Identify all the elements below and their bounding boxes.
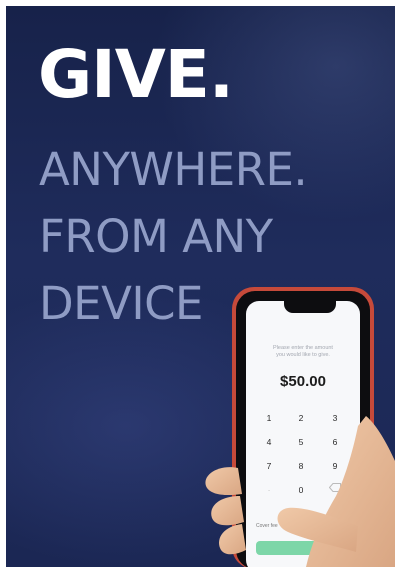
backspace-icon[interactable] [326,483,344,494]
tagline-line-2: FROM ANY [39,210,273,263]
amount-display: $50.00 [280,373,326,390]
key-decimal[interactable]: · [260,485,278,495]
key-0[interactable]: 0 [292,485,310,495]
amount-prompt: Please enter the amount you would like t… [246,345,360,359]
key-2[interactable]: 2 [292,413,310,423]
tagline-line-1: ANYWHERE. [39,143,308,196]
amount-prompt-line-2: you would like to give. [276,352,330,358]
key-4[interactable]: 4 [260,437,278,447]
tagline-line-3: DEVICE [39,277,204,330]
key-7[interactable]: 7 [260,461,278,471]
cover-fees-label[interactable]: Cover fee [256,523,278,529]
key-5[interactable]: 5 [292,437,310,447]
phone-bezel: Please enter the amount you would like t… [236,291,370,567]
phone-screen: Please enter the amount you would like t… [246,301,360,567]
give-poster: GIVE. ANYWHERE. FROM ANY DEVICE Please e… [6,6,395,567]
amount-prompt-line-1: Please enter the amount [273,345,333,351]
key-6[interactable]: 6 [326,437,344,447]
key-1[interactable]: 1 [260,413,278,423]
key-9[interactable]: 9 [326,461,344,471]
key-3[interactable]: 3 [326,413,344,423]
phone-notch [284,301,336,313]
smartphone: Please enter the amount you would like t… [232,287,374,567]
give-button[interactable] [256,541,336,555]
key-8[interactable]: 8 [292,461,310,471]
headline: GIVE. [38,36,234,113]
